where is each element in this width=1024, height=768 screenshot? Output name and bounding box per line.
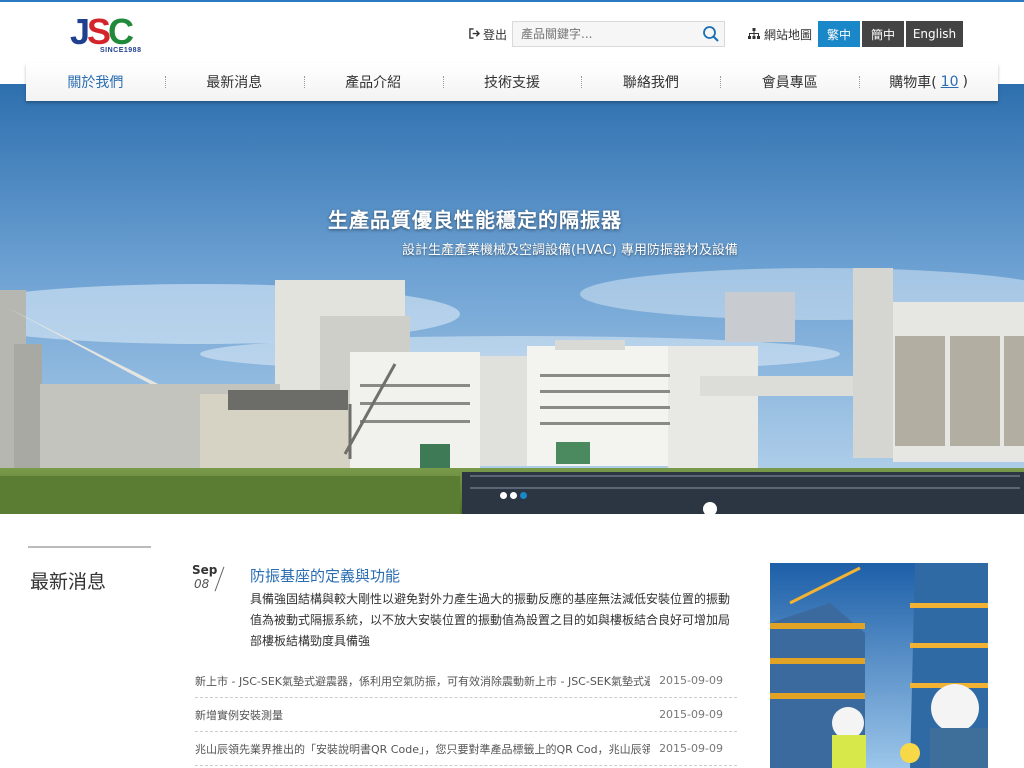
- cart-label-close: ): [962, 74, 968, 90]
- slider-dot-active[interactable]: [520, 492, 527, 499]
- slider-dot[interactable]: [510, 492, 517, 499]
- news-list: 新上市 - JSC-SEK氣墊式避震器，係利用空氣防振，可有效消除震動新上市 -…: [195, 664, 737, 766]
- hero-title: 生產品質優良性能穩定的隔振器: [328, 208, 622, 232]
- news-list-item[interactable]: 新增實例安裝測量 2015-09-09: [195, 698, 737, 732]
- news-item-date: 2015-09-09: [659, 708, 723, 721]
- featured-news-body: 具備強固結構與較大剛性以避免對外力產生過大的振動反應的基座無法減低安裝位置的振動…: [250, 592, 731, 648]
- news-heading-rule: [28, 546, 151, 548]
- top-accent-bar: [0, 0, 1024, 2]
- news-item-date: 2015-09-09: [659, 674, 723, 687]
- nav-tech-support[interactable]: 技術支援: [442, 63, 582, 101]
- logo-mark: JSC: [70, 11, 134, 52]
- news-section-heading: 最新消息: [30, 571, 107, 593]
- logout-icon: [469, 27, 481, 42]
- news-list-item[interactable]: 兆山辰領先業界推出的「安裝說明書QR Code」，您只要對準產品標籤上的QR C…: [195, 732, 737, 766]
- logout-link[interactable]: 登出: [469, 26, 507, 43]
- hero-subtitle: 設計生產產業機械及空調設備(HVAC) 專用防振器材及設備: [402, 243, 738, 258]
- nav-cart[interactable]: 購物車( 10 ): [859, 63, 998, 101]
- featured-news-month: Sep: [192, 563, 218, 577]
- logout-label: 登出: [483, 28, 508, 42]
- cart-count[interactable]: 10: [941, 74, 959, 90]
- lang-english-button[interactable]: English: [906, 21, 963, 47]
- site-logo[interactable]: JSC SINCE1988: [70, 13, 150, 57]
- slider-dots: [500, 492, 527, 499]
- main-nav: 關於我們 最新消息 產品介紹 技術支援 聯絡我們 會員專區 購物車( 10 ): [26, 63, 998, 101]
- slider-tab-handle[interactable]: [703, 502, 717, 514]
- lang-traditional-button[interactable]: 繁中: [818, 21, 860, 47]
- news-item-title[interactable]: 新增實例安裝測量: [195, 707, 650, 723]
- construction-photo: [770, 563, 988, 768]
- nav-contact[interactable]: 聯絡我們: [581, 63, 720, 101]
- nav-news[interactable]: 最新消息: [164, 63, 304, 101]
- featured-news-title[interactable]: 防振基座的定義與功能: [250, 565, 400, 586]
- nav-products[interactable]: 產品介紹: [303, 63, 443, 101]
- search-input[interactable]: [513, 22, 709, 46]
- hero-banner: 生產品質優良性能穩定的隔振器 設計生產產業機械及空調設備(HVAC) 專用防振器…: [0, 84, 1024, 514]
- news-list-item[interactable]: 新上市 - JSC-SEK氣墊式避震器，係利用空氣防振，可有效消除震動新上市 -…: [195, 664, 737, 698]
- featured-news-day: 08: [194, 577, 210, 591]
- sitemap-link[interactable]: 網站地圖: [748, 26, 812, 43]
- nav-about[interactable]: 關於我們: [26, 63, 165, 101]
- cart-label: 購物車(: [889, 75, 937, 91]
- news-item-date: 2015-09-09: [659, 742, 723, 755]
- hero-factory-image: [0, 84, 1024, 514]
- nav-members[interactable]: 會員專區: [720, 63, 859, 101]
- sitemap-label: 網站地圖: [764, 28, 813, 42]
- slider-dot[interactable]: [500, 492, 507, 499]
- logo-since: SINCE1988: [100, 47, 142, 54]
- sitemap-icon: [748, 27, 760, 42]
- search-icon[interactable]: [702, 25, 720, 43]
- news-item-title[interactable]: 新上市 - JSC-SEK氣墊式避震器，係利用空氣防振，可有效消除震動新上市 -…: [195, 673, 650, 689]
- search-box: [512, 21, 725, 47]
- news-item-title[interactable]: 兆山辰領先業界推出的「安裝說明書QR Code」，您只要對準產品標籤上的QR C…: [195, 741, 650, 757]
- lang-simplified-button[interactable]: 簡中: [862, 21, 904, 47]
